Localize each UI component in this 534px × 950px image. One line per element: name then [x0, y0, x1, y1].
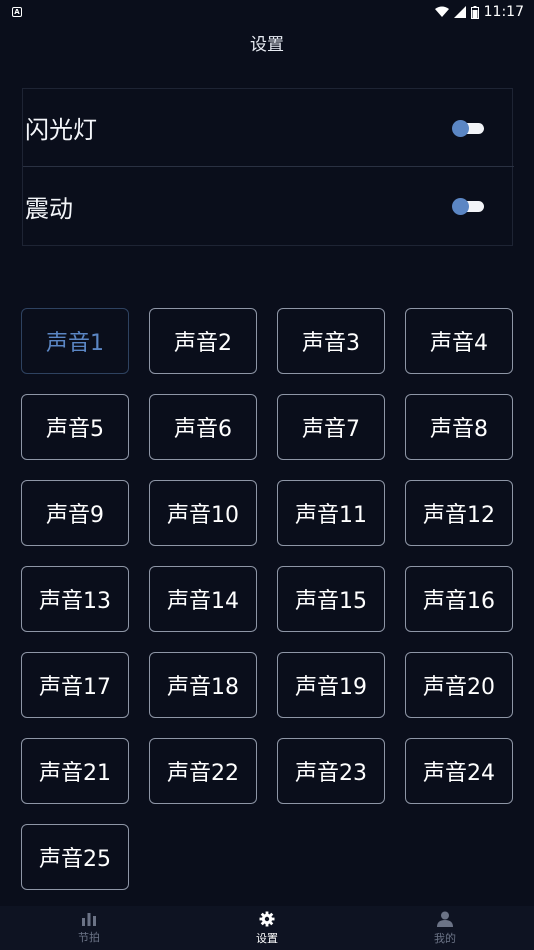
sound-button[interactable]: 声音24 — [405, 738, 513, 804]
sound-button[interactable]: 声音7 — [277, 394, 385, 460]
toggle-knob — [452, 198, 469, 215]
flashlight-toggle[interactable] — [452, 119, 486, 137]
person-icon — [437, 911, 453, 927]
nav-label-settings: 设置 — [256, 931, 278, 945]
sound-button[interactable]: 声音8 — [405, 394, 513, 460]
sound-button[interactable]: 声音25 — [21, 824, 129, 890]
sound-button[interactable]: 声音10 — [149, 480, 257, 546]
sound-button[interactable]: 声音20 — [405, 652, 513, 718]
bottom-nav: 节拍 设置 我的 — [0, 906, 534, 950]
sound-button[interactable]: 声音16 — [405, 566, 513, 632]
sound-button[interactable]: 声音12 — [405, 480, 513, 546]
signal-icon — [453, 6, 466, 18]
sound-button[interactable]: 声音11 — [277, 480, 385, 546]
gear-icon — [259, 911, 275, 926]
vibration-label: 震动 — [25, 194, 73, 223]
battery-icon — [470, 5, 479, 19]
nav-item-settings[interactable]: 设置 — [178, 906, 356, 950]
bar-chart-icon — [82, 912, 96, 926]
notification-icon: A — [12, 7, 22, 17]
nav-label-beat: 节拍 — [78, 930, 100, 944]
nav-item-profile[interactable]: 我的 — [356, 906, 534, 950]
sound-button[interactable]: 声音4 — [405, 308, 513, 374]
status-time: 11:17 — [483, 4, 524, 20]
sound-button[interactable]: 声音5 — [21, 394, 129, 460]
sound-button[interactable]: 声音22 — [149, 738, 257, 804]
sound-button[interactable]: 声音19 — [277, 652, 385, 718]
sound-button[interactable]: 声音17 — [21, 652, 129, 718]
nav-label-profile: 我的 — [434, 931, 456, 945]
flashlight-row: 闪光灯 — [23, 89, 514, 167]
status-bar: A 11:17 — [0, 0, 534, 24]
status-right: 11:17 — [434, 4, 524, 20]
vibration-row: 震动 — [23, 167, 514, 245]
sound-button[interactable]: 声音21 — [21, 738, 129, 804]
sound-button[interactable]: 声音9 — [21, 480, 129, 546]
sound-button[interactable]: 声音2 — [149, 308, 257, 374]
sound-grid: 声音1 声音2 声音3 声音4 声音5 声音6 声音7 声音8 声音9 声音10 声音11 声音12 声… — [21, 308, 514, 890]
sound-button[interactable]: 声音1 — [21, 308, 129, 374]
sound-button[interactable]: 声音6 — [149, 394, 257, 460]
toggle-knob — [452, 119, 469, 137]
flashlight-label: 闪光灯 — [25, 116, 97, 144]
sound-button[interactable]: 声音15 — [277, 566, 385, 632]
vibration-toggle[interactable] — [452, 198, 486, 215]
sound-button[interactable]: 声音13 — [21, 566, 129, 632]
page-title: 设置 — [250, 35, 284, 55]
sound-button[interactable]: 声音3 — [277, 308, 385, 374]
sound-button[interactable]: 声音18 — [149, 652, 257, 718]
nav-item-beat[interactable]: 节拍 — [0, 906, 178, 950]
sound-button[interactable]: 声音14 — [149, 566, 257, 632]
sound-button[interactable]: 声音23 — [277, 738, 385, 804]
settings-panel: 闪光灯 震动 — [22, 88, 514, 246]
wifi-icon — [434, 6, 449, 17]
